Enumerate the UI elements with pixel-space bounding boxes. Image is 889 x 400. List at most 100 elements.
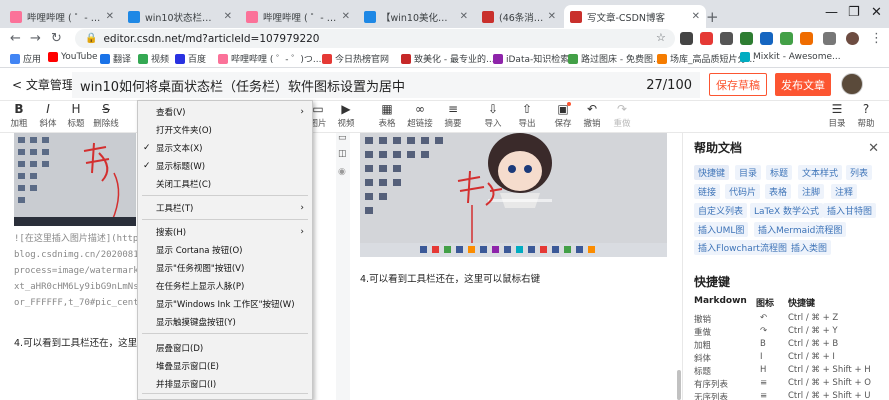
publish-button[interactable]: 发布文章 [775,73,831,96]
context-menu-item[interactable]: 显示"任务视图"按钮(V) [138,259,312,276]
context-menu-item[interactable]: 打开文件夹(O) [138,121,312,138]
help-tag[interactable]: 链接 [694,184,721,199]
close-tab-icon[interactable]: ✕ [224,11,232,22]
submenu-arrow-icon: › [300,106,304,117]
new-tab-button[interactable]: + [706,8,719,26]
help-tag[interactable]: 插入Mermaid流程图 [754,222,847,237]
help-tag[interactable]: 标题 [766,165,793,180]
menu-icon[interactable]: ⋮ [870,31,883,46]
help-tag[interactable]: 快捷键 [694,165,730,180]
reload-icon[interactable]: ↻ [51,31,62,46]
toolbar-import-button[interactable]: ⇩ 导入 [476,102,510,129]
extension-icon[interactable] [780,32,793,45]
toolbar-summary-button[interactable]: ≡ 摘要 [436,102,470,129]
help-tag[interactable]: 插入Flowchart流程图 [694,240,791,255]
bookmark-item[interactable]: iData-知识检索 [493,52,569,65]
star-icon[interactable]: ☆ [656,31,666,44]
context-menu-item[interactable]: 查看(V) › [138,103,312,120]
browser-tab[interactable]: 哔哩哔哩 ( ゜- ゜)つロ 干杯~-bili ✕ [4,5,120,28]
maximize-icon[interactable]: ❐ [848,5,860,20]
layout-icon[interactable]: ◫ [338,149,347,159]
toolbar-redo-button[interactable]: ↷ 重做 [605,102,639,129]
close-tab-icon[interactable]: ✕ [106,11,114,22]
close-tab-icon[interactable]: ✕ [548,11,556,22]
help-tag[interactable]: 插入UML图 [694,222,749,237]
close-window-icon[interactable]: ✕ [871,5,882,20]
help-tag[interactable]: 列表 [846,165,873,180]
context-menu-item[interactable]: 关闭工具栏(C) [138,175,312,192]
save-draft-button[interactable]: 保存草稿 [709,73,767,96]
browser-tab[interactable]: win10状态栏居中 - 搜索结果 - 哔 ✕ [122,5,238,28]
close-tab-icon[interactable]: ✕ [460,11,468,22]
context-menu-item[interactable]: ✓ 显示文本(X) [138,139,312,156]
context-menu-item[interactable]: 显示 Cortana 按钮(O) [138,241,312,258]
preview-scrollbar[interactable] [677,370,681,400]
help-tag[interactable]: 注释 [831,184,858,199]
browser-tab[interactable]: 【win10美化】一分钟你就可以让 ✕ [358,5,474,28]
close-tab-icon[interactable]: ✕ [342,11,350,22]
help-tag[interactable]: LaTeX 数学公式 [750,203,824,218]
context-menu-item[interactable]: 显示触摸键盘按钮(Y) [138,313,312,330]
help-icon: ? [862,102,870,116]
extension-icon[interactable] [700,32,713,45]
browser-tab[interactable]: (46条消息)CSDN - 专业开发者社 ✕ [476,5,562,28]
bookmark-item[interactable]: YouTube [48,52,98,62]
toolbar-table-button[interactable]: ▦ 表格 [370,102,404,129]
toolbar-export-button[interactable]: ⇧ 导出 [510,102,544,129]
context-menu-item[interactable]: ✓ 显示标题(W) [138,157,312,174]
help-tag[interactable]: 自定义列表 [694,203,748,218]
context-menu-item[interactable]: 搜索(H) › [138,223,312,240]
extension-icon[interactable] [720,32,733,45]
browser-tab[interactable]: 哔哩哔哩 ( ゜- ゜)つロ 干杯~-bili ✕ [240,5,356,28]
extension-icon[interactable] [800,32,813,45]
toolbar-link-button[interactable]: ∞ 超链接 [403,102,437,129]
toolbar-undo-button[interactable]: ↶ 撤销 [575,102,609,129]
bookmark-item[interactable]: 百度 [175,52,206,65]
bookmark-item[interactable]: 翻译 [100,52,131,65]
close-tab-icon[interactable]: ✕ [692,11,700,22]
minimize-icon[interactable]: — [825,5,838,20]
toolbar-help-button[interactable]: ? 帮助 [849,102,883,129]
help-tag[interactable]: 注脚 [798,184,825,199]
context-menu-item[interactable]: 堆叠显示窗口(E) [138,357,312,374]
toolbar-heading-button[interactable]: H 标题 [59,102,93,129]
table-icon: ▦ [381,102,393,116]
extension-icon[interactable] [680,32,693,45]
extension-icon[interactable] [760,32,773,45]
bookmark-label: 今日热榜官网 [335,55,390,65]
help-tag[interactable]: 目录 [735,165,762,180]
context-menu-item[interactable]: 显示"Windows Ink 工作区"按钮(W) [138,295,312,312]
bookmark-item[interactable]: 应用 [10,52,41,65]
help-tag[interactable]: 插入甘特图 [823,203,877,218]
context-menu-item[interactable]: 层叠窗口(D) [138,339,312,356]
context-menu-item[interactable]: 工具栏(T) › [138,199,312,216]
puzzle-icon[interactable] [823,32,836,45]
title-input[interactable]: win10如何将桌面状态栏（任务栏）软件图标设置为居中 27/100 [72,72,700,98]
image-icon[interactable]: ▭ [338,133,347,143]
close-icon[interactable]: ✕ [868,141,879,156]
eye-icon[interactable]: ◉ [338,167,346,177]
export-icon: ⇧ [521,102,533,116]
bookmark-item[interactable]: Mixkit - Awesome... [740,52,841,62]
article-manage-link[interactable]: < 文章管理 [12,76,74,93]
extension-icon[interactable] [740,32,753,45]
toolbar-strikethrough-button[interactable]: S 删除线 [89,102,123,129]
context-menu-item[interactable]: 在任务栏上显示人脉(P) [138,277,312,294]
browser-tab[interactable]: 写文章-CSDN博客 ✕ [564,5,706,28]
bookmark-item[interactable]: 哔哩哔哩 ( ゜- ゜)つ... [218,52,321,65]
back-icon[interactable]: ← [10,31,21,46]
bookmark-item[interactable]: 视频 [138,52,169,65]
forward-icon[interactable]: → [30,31,41,46]
help-tag[interactable]: 文本样式 [798,165,843,180]
help-tag[interactable]: 表格 [765,184,792,199]
help-tag[interactable]: 代码片 [725,184,761,199]
bookmark-item[interactable]: 路过图床 - 免费图... [568,52,662,65]
profile-avatar[interactable] [846,32,859,45]
help-tag[interactable]: 插入类图 [787,240,832,255]
address-bar[interactable]: 🔒 editor.csdn.net/md?articleId=107979220 [75,29,675,48]
toolbar-video-button[interactable]: ▶ 视频 [329,102,363,129]
bookmark-item[interactable]: 今日热榜官网 [322,52,389,65]
context-menu-item[interactable]: 并排显示窗口(I) [138,375,312,392]
bookmark-item[interactable]: 致美化 - 最专业的... [401,52,495,65]
avatar[interactable] [841,73,863,95]
